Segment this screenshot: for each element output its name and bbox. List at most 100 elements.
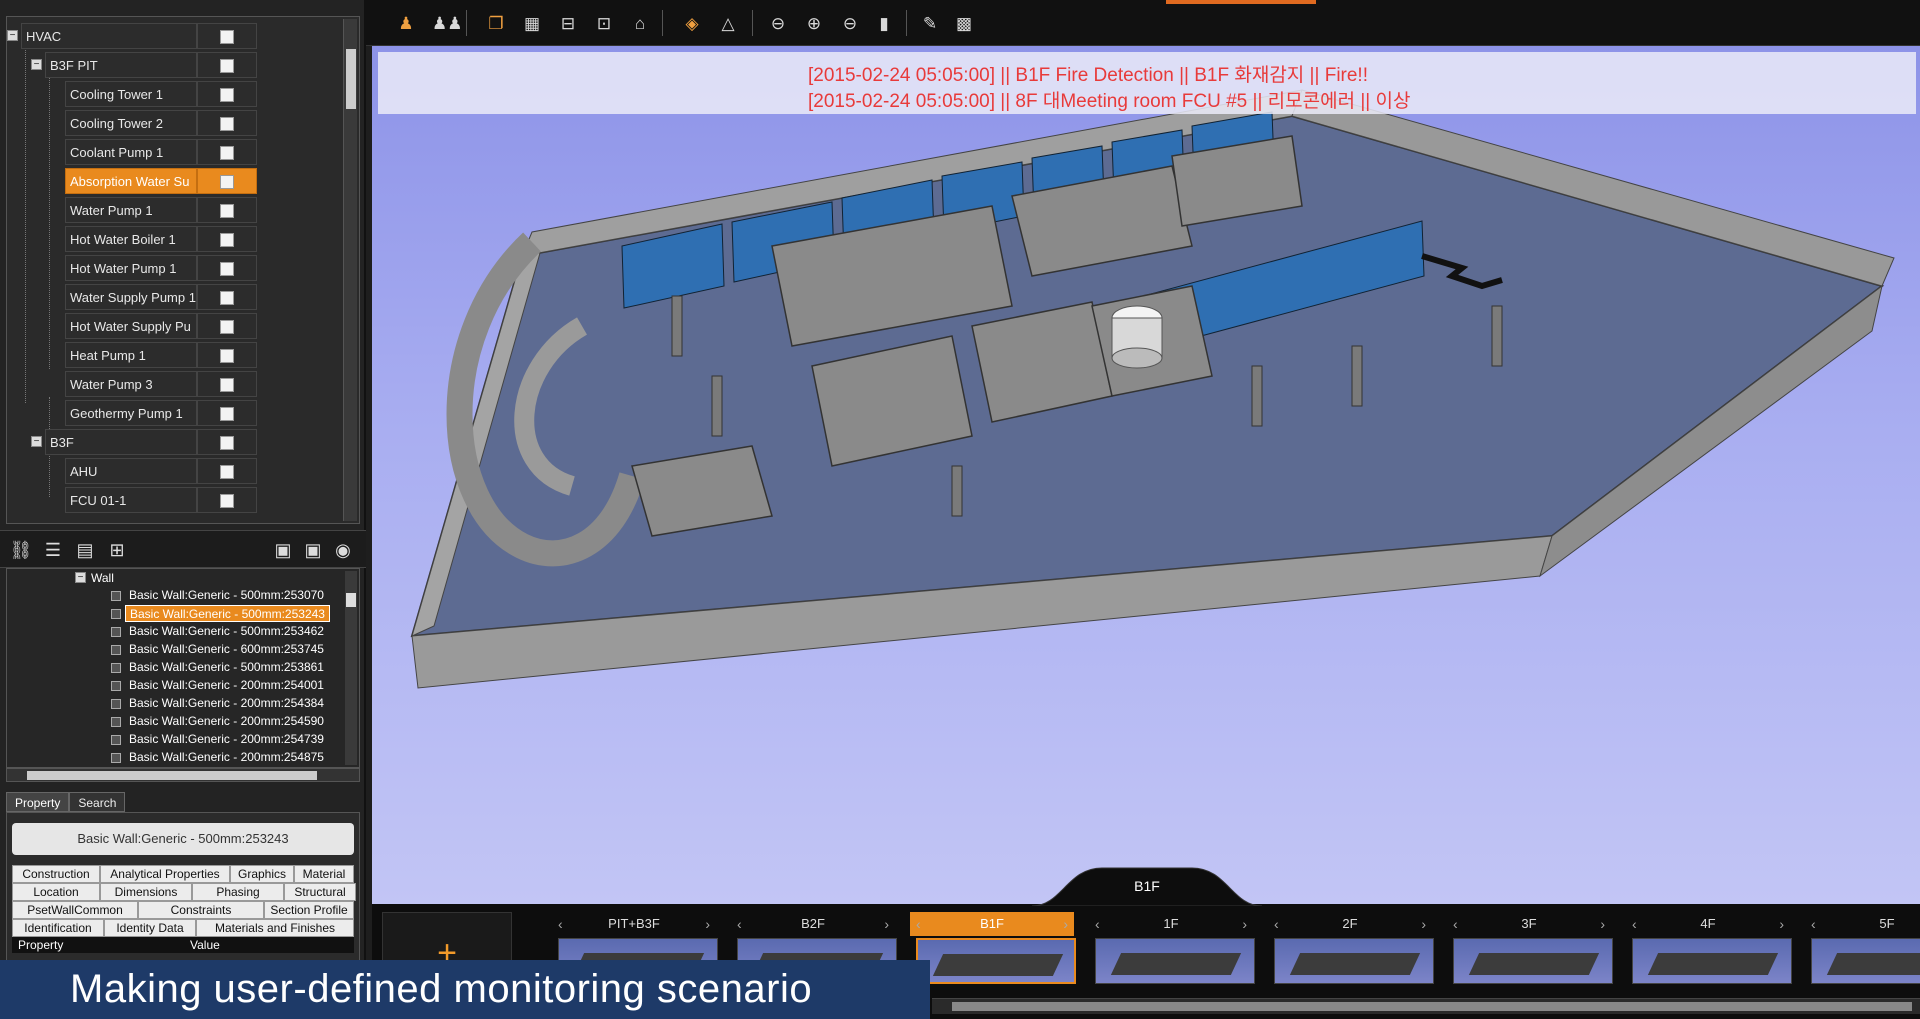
property-group-tab[interactable]: Structural (284, 883, 356, 901)
tree-item[interactable]: AHU (7, 458, 347, 484)
next-arrow-icon[interactable]: › (1600, 912, 1605, 936)
property-group-tab[interactable]: Graphics (230, 865, 294, 883)
ruler-icon[interactable]: ✎ (918, 12, 942, 36)
tree-item-checkbox[interactable] (197, 197, 257, 223)
property-group-tab[interactable]: Constraints (138, 901, 264, 919)
floor-thumbnail[interactable]: ‹ 4F › (1626, 912, 1792, 992)
object-list-item[interactable]: Basic Wall:Generic - 500mm:253462 (125, 623, 328, 640)
next-arrow-icon[interactable]: › (884, 912, 889, 936)
prev-arrow-icon[interactable]: ‹ (1095, 912, 1100, 936)
property-group-tab[interactable]: Analytical Properties (100, 865, 230, 883)
person-icon[interactable]: ♟ (394, 12, 418, 36)
tree-item-checkbox[interactable] (197, 23, 257, 49)
floor-preview[interactable] (1632, 938, 1792, 984)
tree-item-checkbox[interactable] (197, 139, 257, 165)
property-group-tab[interactable]: Dimensions (100, 883, 192, 901)
tree-item[interactable]: Water Supply Pump 1 (7, 284, 347, 310)
building-model[interactable] (372, 46, 1920, 904)
tree-item-checkbox[interactable] (197, 400, 257, 426)
prev-arrow-icon[interactable]: ‹ (1274, 912, 1279, 936)
object-list-item[interactable]: Basic Wall:Generic - 200mm:254590 (125, 713, 328, 730)
object-list-item[interactable]: Basic Wall:Generic - 500mm:253861 (125, 659, 328, 676)
next-arrow-icon[interactable]: › (1421, 912, 1426, 936)
property-group-tab[interactable]: Phasing (192, 883, 284, 901)
object-list-hscrollbar[interactable] (6, 768, 360, 782)
fit-view-icon[interactable]: ⊡ (592, 12, 616, 36)
floor-bar-scrollbar[interactable] (932, 998, 1920, 1014)
export-icon[interactable]: ▣ (270, 537, 296, 563)
tab-search[interactable]: Search (69, 792, 126, 812)
prev-arrow-icon[interactable]: ‹ (737, 912, 742, 936)
tree-item-checkbox[interactable] (197, 255, 257, 281)
next-arrow-icon[interactable]: › (1779, 912, 1784, 936)
collapse-icon[interactable]: − (31, 436, 42, 447)
collapse-icon[interactable]: − (7, 30, 18, 41)
object-list-item[interactable]: Basic Wall:Generic - 500mm:253243 (125, 605, 330, 622)
object-list-item[interactable]: Basic Wall:Generic - 200mm:254739 (125, 731, 328, 748)
tree-item-checkbox[interactable] (197, 81, 257, 107)
floor-thumbnail[interactable]: ‹ 2F › (1268, 912, 1434, 992)
tree-item-checkbox[interactable] (197, 429, 257, 455)
prev-arrow-icon[interactable]: ‹ (558, 912, 563, 936)
property-group-tab[interactable]: Construction (12, 865, 100, 883)
tree-item[interactable]: Absorption Water Su (7, 168, 347, 194)
tree-item-checkbox[interactable] (197, 168, 257, 194)
property-group-tab[interactable]: Material (294, 865, 354, 883)
copy-icon[interactable]: ❐ (484, 12, 508, 36)
object-icon[interactable]: ▮ (872, 12, 896, 36)
floor-preview[interactable] (1274, 938, 1434, 984)
tree-item[interactable]: − B3F (7, 429, 347, 455)
tab-property[interactable]: Property (6, 792, 70, 812)
tree-item-checkbox[interactable] (197, 458, 257, 484)
object-list-scrollbar[interactable] (345, 571, 357, 765)
floor-preview[interactable] (916, 938, 1076, 984)
prev-arrow-icon[interactable]: ‹ (916, 912, 921, 936)
people-icon[interactable]: ♟♟ (432, 12, 462, 36)
floor-thumbnail[interactable]: ‹ B1F › (910, 912, 1076, 992)
3d-viewport[interactable]: [2015-02-24 05:05:00] || B1F Fire Detect… (372, 46, 1920, 904)
object-list-item[interactable]: Basic Wall:Generic - 200mm:254384 (125, 695, 328, 712)
list-icon[interactable]: ☰ (40, 537, 66, 563)
floor-thumbnail[interactable]: ‹ 3F › (1447, 912, 1613, 992)
tree-item-checkbox[interactable] (197, 487, 257, 513)
tree-item-checkbox[interactable] (197, 371, 257, 397)
tree-item-checkbox[interactable] (197, 284, 257, 310)
tree-item-checkbox[interactable] (197, 313, 257, 339)
tree-item[interactable]: Coolant Pump 1 (7, 139, 347, 165)
zoom-window-icon[interactable]: ⊖ (766, 12, 790, 36)
alert-message[interactable]: [2015-02-24 05:05:00] || B1F Fire Detect… (808, 60, 1368, 87)
tree-item[interactable]: Heat Pump 1 (7, 342, 347, 368)
object-list-item[interactable]: Basic Wall:Generic - 200mm:254875 (125, 749, 328, 766)
tree-item[interactable]: FCU 01-1 (7, 487, 347, 513)
next-arrow-icon[interactable]: › (1063, 912, 1068, 936)
floor-preview[interactable] (1811, 938, 1920, 984)
tree-item[interactable]: − HVAC (7, 23, 347, 49)
next-arrow-icon[interactable]: › (1242, 912, 1247, 936)
floor-thumbnail[interactable]: ‹ 1F › (1089, 912, 1255, 992)
object-list-item[interactable]: Basic Wall:Generic - 200mm:254001 (125, 677, 328, 694)
object-list-item[interactable]: Basic Wall:Generic - 500mm:253070 (125, 587, 328, 604)
hierarchy-icon[interactable]: ⛓ (8, 537, 34, 563)
tree-item[interactable]: Geothermy Pump 1 (7, 400, 347, 426)
zoom-in-icon[interactable]: ⊕ (802, 12, 826, 36)
floor-preview[interactable] (1095, 938, 1255, 984)
layers-icon[interactable]: ▤ (72, 537, 98, 563)
settings-icon[interactable]: ▣ (300, 537, 326, 563)
property-group-tab[interactable]: Location (12, 883, 100, 901)
property-group-tab[interactable]: PsetWallCommon (12, 901, 138, 919)
prev-arrow-icon[interactable]: ‹ (1811, 912, 1816, 936)
property-group-tab[interactable]: Section Profile (264, 901, 354, 919)
tree-scrollbar[interactable] (343, 19, 357, 521)
home-icon[interactable]: ⌂ (628, 12, 652, 36)
tree-view-icon[interactable]: ⊞ (104, 537, 130, 563)
next-arrow-icon[interactable]: › (705, 912, 710, 936)
property-group-tab[interactable]: Materials and Finishes (196, 919, 354, 937)
floor-preview[interactable] (1453, 938, 1613, 984)
property-group-tab[interactable]: Identity Data (104, 919, 196, 937)
tree-item[interactable]: Water Pump 3 (7, 371, 347, 397)
object-list-item[interactable]: Basic Wall:Generic - 600mm:253745 (125, 641, 328, 658)
view-icon[interactable]: ◉ (330, 537, 356, 563)
tree-item-checkbox[interactable] (197, 226, 257, 252)
zoom-out-icon[interactable]: ⊖ (838, 12, 862, 36)
tree-item-checkbox[interactable] (197, 342, 257, 368)
